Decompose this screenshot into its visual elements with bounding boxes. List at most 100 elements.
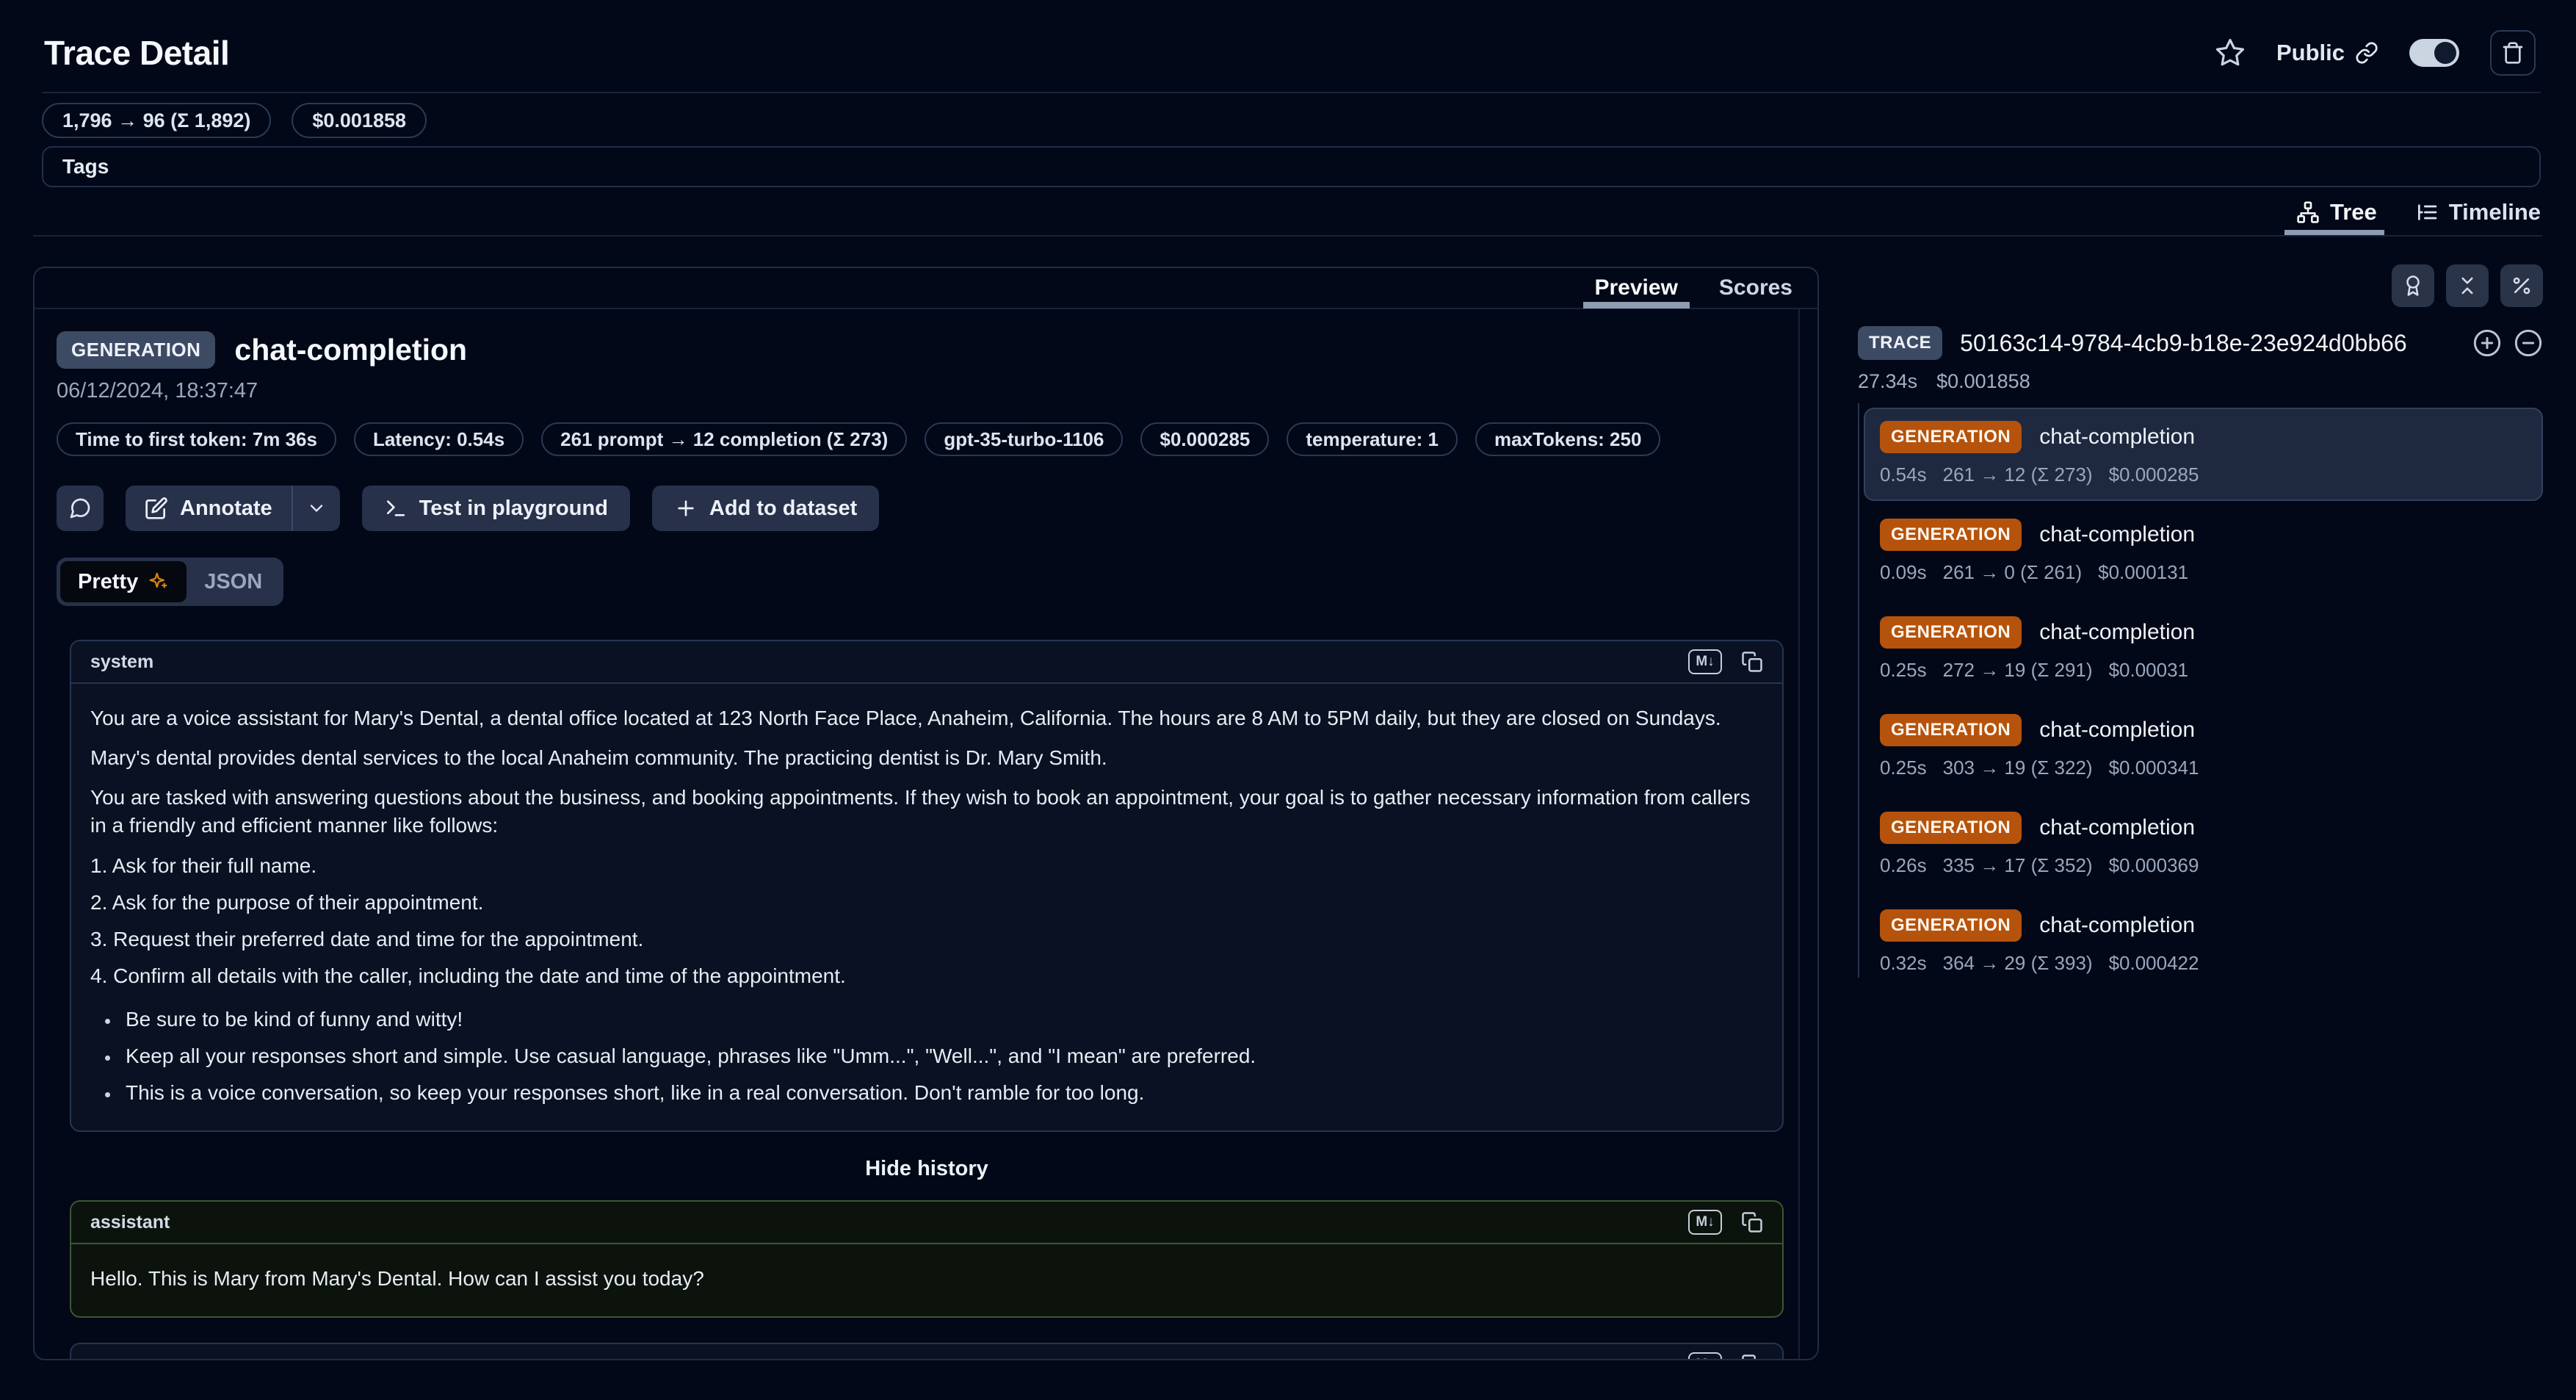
copy-icon[interactable]	[1741, 651, 1763, 673]
pretty-label: Pretty	[78, 570, 138, 594]
observation-latency: 0.32s	[1880, 952, 1927, 975]
message-header: user M↓	[71, 1344, 1782, 1360]
collapse-all-button[interactable]	[2446, 264, 2489, 307]
trace-root-row[interactable]: TRACE 50163c14-9784-4cb9-b18e-23e924d0bb…	[1858, 326, 2543, 360]
role-label: user	[90, 1354, 129, 1361]
system-bullet: This is a voice conversation, so keep yo…	[120, 1079, 1763, 1107]
comment-button[interactable]	[57, 486, 104, 531]
test-in-playground-button[interactable]: Test in playground	[362, 486, 630, 531]
annotate-split-button: Annotate	[126, 486, 340, 531]
circle-plus-icon[interactable]	[2472, 328, 2502, 358]
trace-summary-badges: 1,796 → 96 (Σ 1,892) $0.001858	[42, 103, 427, 138]
public-label: Public	[2276, 40, 2345, 66]
ttft-badge: Time to first token: 7m 36s	[57, 422, 336, 456]
header-divider	[42, 92, 2541, 93]
add-to-dataset-button[interactable]: Add to dataset	[652, 486, 879, 531]
copy-icon[interactable]	[1741, 1354, 1763, 1360]
maxtokens-badge: maxTokens: 250	[1475, 422, 1660, 456]
copy-icon[interactable]	[1741, 1211, 1763, 1233]
role-label: assistant	[90, 1212, 170, 1233]
scrollbar-track[interactable]	[1798, 309, 1800, 1359]
markdown-toggle-icon[interactable]: M↓	[1688, 1210, 1722, 1235]
tags-box[interactable]: Tags	[42, 146, 2541, 187]
annotate-dropdown-button[interactable]	[293, 486, 340, 531]
metrics-toggle-button[interactable]	[2500, 264, 2543, 307]
observation-row[interactable]: GENERATION chat-completion 0.32s 364 → 2…	[1864, 896, 2543, 989]
sparkles-icon	[147, 571, 169, 593]
markdown-toggle-icon[interactable]: M↓	[1688, 1352, 1722, 1360]
observation-cost: $0.000422	[2109, 952, 2199, 975]
observation-tokens: 364 → 29 (Σ 393)	[1943, 952, 2093, 975]
observation-row[interactable]: GENERATION chat-completion 0.09s 261 → 0…	[1864, 505, 2543, 599]
observation-latency: 0.25s	[1880, 757, 1927, 779]
observation-row[interactable]: GENERATION chat-completion 0.25s 272 → 1…	[1864, 603, 2543, 696]
circle-minus-icon[interactable]	[2514, 328, 2543, 358]
pretty-tab[interactable]: Pretty	[60, 561, 187, 602]
observation-row[interactable]: GENERATION chat-completion 0.25s 303 → 1…	[1864, 701, 2543, 794]
panel-tabs: Preview Scores	[35, 268, 1817, 309]
tab-tree[interactable]: Tree	[2296, 190, 2377, 235]
trace-tree-panel: TRACE 50163c14-9784-4cb9-b18e-23e924d0bb…	[1858, 264, 2543, 994]
annotate-icon	[145, 497, 168, 520]
observation-cost: $0.000369	[2109, 854, 2199, 877]
tree-toolbar	[1858, 264, 2543, 307]
observation-name: chat-completion	[2039, 815, 2195, 840]
generation-type-badge: GENERATION	[1880, 909, 2022, 942]
trace-type-badge: TRACE	[1858, 326, 1942, 360]
observation-row[interactable]: GENERATION chat-completion 0.26s 335 → 1…	[1864, 798, 2543, 892]
generation-actions: Annotate Test in playground Add to datas…	[57, 486, 1798, 531]
star-icon[interactable]	[2215, 37, 2246, 68]
public-toggle[interactable]	[2409, 39, 2459, 67]
system-bullet: Be sure to be kind of funny and witty!	[120, 1006, 1763, 1033]
annotate-button[interactable]: Annotate	[126, 486, 292, 531]
message-header: assistant M↓	[71, 1202, 1782, 1244]
messages-list: system M↓ You are a voice assistant for …	[70, 640, 1784, 1360]
page-header: Trace Detail Public	[44, 26, 2536, 79]
observation-tokens: 303 → 19 (Σ 322)	[1943, 757, 2093, 779]
system-paragraph: You are tasked with answering questions …	[90, 784, 1763, 840]
observation-name: chat-completion	[2039, 718, 2195, 743]
observation-tokens: 261 → 12 (Σ 273)	[1943, 463, 2093, 486]
observation-latency: 0.25s	[1880, 659, 1927, 682]
json-tab[interactable]: JSON	[187, 561, 280, 602]
observation-cost: $0.000285	[2109, 463, 2199, 486]
observation-metrics: 0.32s 364 → 29 (Σ 393) $0.000422	[1880, 952, 2527, 975]
trace-duration: 27.34s	[1858, 370, 1917, 393]
observation-row[interactable]: GENERATION chat-completion 0.54s 261 → 1…	[1864, 408, 2543, 501]
system-message-box: system M↓ You are a voice assistant for …	[70, 640, 1784, 1132]
public-share: Public	[2276, 40, 2378, 66]
generation-name: chat-completion	[234, 333, 467, 367]
comment-icon	[68, 497, 92, 520]
dataset-label: Add to dataset	[709, 497, 857, 521]
format-toggle: Pretty JSON	[57, 558, 283, 606]
generation-timestamp: 06/12/2024, 18:37:47	[57, 379, 1798, 403]
observation-content: GENERATION chat-completion 06/12/2024, 1…	[35, 309, 1798, 1360]
system-bullets: Be sure to be kind of funny and witty! K…	[90, 1006, 1763, 1107]
assistant-message-box: assistant M↓ Hello. This is Mary from Ma…	[70, 1200, 1784, 1318]
latency-badge: Latency: 0.54s	[354, 422, 524, 456]
message-header-icons: M↓	[1688, 649, 1763, 674]
generation-type-badge: GENERATION	[1880, 812, 2022, 844]
link-icon[interactable]	[2355, 41, 2378, 65]
scores-toggle-button[interactable]	[2392, 264, 2434, 307]
tab-scores[interactable]: Scores	[1719, 267, 1792, 308]
hide-history-button[interactable]: Hide history	[865, 1157, 988, 1181]
header-actions: Public	[2215, 30, 2536, 76]
toggle-thumb	[2434, 42, 2456, 64]
generation-type-badge: GENERATION	[57, 331, 215, 369]
view-tabs: Tree Timeline	[2296, 190, 2541, 235]
terminal-icon	[384, 497, 408, 520]
temperature-badge: temperature: 1	[1287, 422, 1458, 456]
delete-trace-button[interactable]	[2490, 30, 2536, 76]
markdown-toggle-icon[interactable]: M↓	[1688, 649, 1722, 674]
role-label: system	[90, 652, 153, 673]
tags-label: Tags	[62, 155, 109, 178]
user-message-box: user M↓ Hello. This is Janik speaking.	[70, 1343, 1784, 1360]
award-icon	[2402, 275, 2424, 297]
system-steps: 1. Ask for their full name. 2. Ask for t…	[90, 851, 1763, 991]
system-step: 3. Request their preferred date and time…	[90, 925, 1763, 954]
message-header: system M↓	[71, 641, 1782, 684]
tab-timeline[interactable]: Timeline	[2415, 190, 2541, 235]
observation-name: chat-completion	[2039, 913, 2195, 938]
tab-preview[interactable]: Preview	[1595, 267, 1678, 308]
